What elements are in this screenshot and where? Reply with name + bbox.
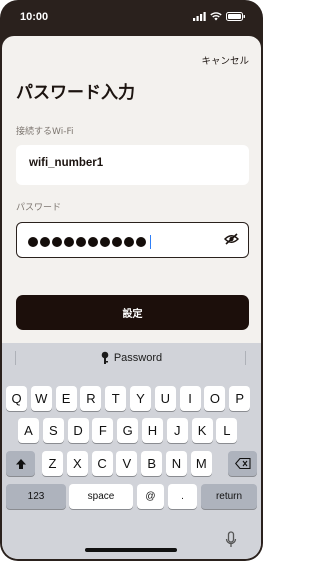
password-dot bbox=[112, 237, 122, 247]
status-icons bbox=[193, 12, 246, 21]
phone-frame: 10:00 キャンセル パスワード入力 接続するWi-Fi wifi_numbe… bbox=[0, 0, 263, 561]
delete-key[interactable] bbox=[228, 451, 257, 476]
password-sheet: キャンセル パスワード入力 接続するWi-Fi wifi_number1 パスワ… bbox=[2, 36, 261, 559]
password-dot bbox=[76, 237, 86, 247]
key-t[interactable]: T bbox=[105, 386, 127, 411]
signal-icon bbox=[193, 12, 206, 21]
status-bar: 10:00 bbox=[0, 0, 263, 38]
wifi-value: wifi_number1 bbox=[29, 157, 104, 169]
wifi-field[interactable]: wifi_number1 bbox=[16, 145, 249, 185]
key-d[interactable]: D bbox=[67, 418, 89, 443]
key-q[interactable]: Q bbox=[6, 386, 27, 411]
microphone-icon[interactable] bbox=[225, 531, 237, 549]
space-key[interactable]: space bbox=[69, 484, 133, 509]
key-p[interactable]: P bbox=[229, 386, 251, 411]
key-w[interactable]: W bbox=[30, 386, 52, 411]
numbers-key[interactable]: 123 bbox=[6, 484, 66, 509]
key-e[interactable]: E bbox=[55, 386, 77, 411]
key-icon bbox=[101, 351, 109, 364]
password-dot bbox=[28, 237, 38, 247]
password-field[interactable] bbox=[16, 222, 249, 258]
status-time: 10:00 bbox=[20, 11, 49, 23]
bar-divider-left bbox=[15, 351, 16, 365]
shift-icon bbox=[15, 458, 26, 469]
key-x[interactable]: X bbox=[66, 451, 88, 476]
key-y[interactable]: Y bbox=[130, 386, 151, 411]
keyboard: Password Q W E R T Y U I O P A S D F G H J K L Z X C V B N M 123 sp… bbox=[2, 343, 261, 559]
return-key[interactable]: return bbox=[201, 484, 257, 509]
password-dot bbox=[100, 237, 110, 247]
backspace-icon bbox=[234, 458, 251, 469]
text-caret bbox=[150, 235, 151, 249]
password-dot bbox=[124, 237, 134, 247]
page-title: パスワード入力 bbox=[16, 83, 135, 103]
password-dot bbox=[64, 237, 74, 247]
key-j[interactable]: J bbox=[166, 418, 188, 443]
password-dot bbox=[136, 237, 146, 247]
password-dot bbox=[40, 237, 50, 247]
password-dots bbox=[28, 235, 151, 249]
password-label: パスワード bbox=[16, 203, 62, 213]
submit-button[interactable]: 設定 bbox=[16, 295, 249, 330]
key-a[interactable]: A bbox=[18, 418, 39, 443]
password-dot bbox=[52, 237, 62, 247]
key-v[interactable]: V bbox=[116, 451, 138, 476]
key-o[interactable]: O bbox=[204, 386, 226, 411]
key-g[interactable]: G bbox=[117, 418, 139, 443]
battery-icon bbox=[226, 12, 245, 21]
eye-off-icon[interactable] bbox=[223, 233, 240, 248]
key-s[interactable]: S bbox=[42, 418, 64, 443]
key-b[interactable]: B bbox=[141, 451, 163, 476]
key-l[interactable]: L bbox=[216, 418, 238, 443]
wifi-label: 接続するWi-Fi bbox=[16, 127, 74, 137]
keyboard-password-bar[interactable]: Password bbox=[2, 343, 261, 373]
key-c[interactable]: C bbox=[91, 451, 113, 476]
bar-divider-right bbox=[245, 351, 246, 365]
key-f[interactable]: F bbox=[92, 418, 114, 443]
wifi-icon bbox=[210, 12, 222, 21]
home-indicator bbox=[85, 548, 177, 552]
cancel-button[interactable]: キャンセル bbox=[201, 53, 249, 67]
dot-key[interactable]: . bbox=[168, 484, 197, 509]
at-key[interactable]: @ bbox=[137, 484, 164, 509]
keyboard-bar-label: Password bbox=[113, 352, 163, 364]
shift-key[interactable] bbox=[6, 451, 35, 476]
key-k[interactable]: K bbox=[191, 418, 213, 443]
key-u[interactable]: U bbox=[154, 386, 176, 411]
key-h[interactable]: H bbox=[142, 418, 163, 443]
key-z[interactable]: Z bbox=[42, 451, 63, 476]
key-n[interactable]: N bbox=[166, 451, 187, 476]
key-i[interactable]: I bbox=[179, 386, 201, 411]
password-dot bbox=[88, 237, 98, 247]
key-m[interactable]: M bbox=[190, 451, 212, 476]
key-r[interactable]: R bbox=[80, 386, 102, 411]
